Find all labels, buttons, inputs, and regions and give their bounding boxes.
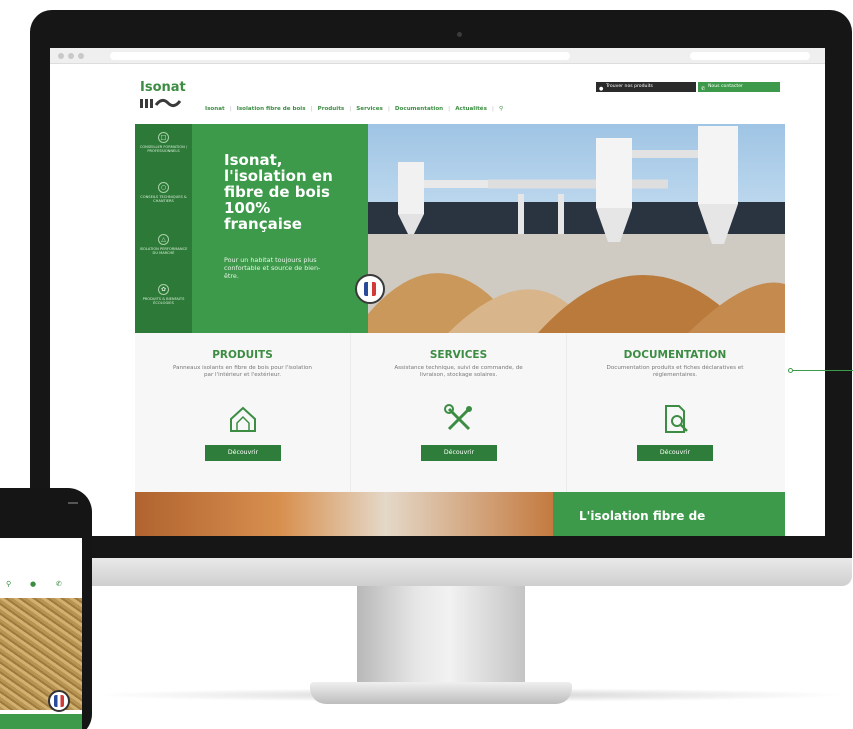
- phone-icon: ✆: [701, 86, 706, 92]
- hero-title: Isonat, l'isolation en fibre de bois 100…: [224, 151, 333, 233]
- mobile-made-in-france-badge: [48, 690, 70, 712]
- services-cards: PRODUITS Panneaux isolants en fibre de b…: [135, 333, 785, 493]
- mobile-phone-icon[interactable]: ✆: [56, 580, 62, 588]
- mobile-location-icon[interactable]: ●: [30, 580, 36, 588]
- nav-item-documentation[interactable]: Documentation: [390, 106, 448, 112]
- contact-button[interactable]: ✆ Nous contacter: [698, 82, 780, 92]
- sidebar-item-label: CONSEILLER FORMATION / PROFESSIONNELS: [139, 145, 188, 154]
- site-logo[interactable]: Isonat: [140, 80, 186, 95]
- hero-photo-illustration: [368, 126, 785, 333]
- window-maximize-dot[interactable]: [78, 53, 84, 59]
- sidebar-item-label: PRODUITS & BIENFAITS ÉCOLOGIES: [142, 297, 185, 306]
- nav-item-isonat[interactable]: Isonat: [200, 106, 230, 112]
- address-bar[interactable]: [110, 52, 570, 60]
- window-minimize-dot[interactable]: [68, 53, 74, 59]
- card-description: Assistance technique, suivi de commande,…: [394, 365, 523, 378]
- hero-section: □ CONSEILLER FORMATION / PROFESSIONNELS …: [135, 124, 785, 333]
- sidebar-item-produits[interactable]: ✿ PRODUITS & BIENFAITS ÉCOLOGIES: [139, 284, 188, 306]
- nav-item-isolation[interactable]: Isolation fibre de bois: [232, 106, 311, 112]
- sidebar-strip: □ CONSEILLER FORMATION / PROFESSIONNELS …: [135, 124, 192, 333]
- nav-item-actualites[interactable]: Actualités: [450, 106, 492, 112]
- find-products-button[interactable]: ● Trouver nos produits: [596, 82, 696, 92]
- sidebar-item-label: ISOLATION PERFORMANCE DU MARCHÉ: [139, 247, 188, 256]
- card-description: Panneaux isolants en fibre de bois pour …: [173, 365, 312, 378]
- lower-banner-title: L'isolation fibre de: [579, 509, 706, 523]
- card-title: PRODUITS: [212, 349, 273, 361]
- browser-toolbar: [50, 48, 825, 64]
- made-in-france-badge: [355, 274, 385, 304]
- french-flag-icon: [364, 282, 376, 296]
- card-produits: PRODUITS Panneaux isolants en fibre de b…: [135, 333, 351, 493]
- phone-speaker: [68, 502, 78, 504]
- card-title: DOCUMENTATION: [623, 349, 727, 361]
- find-products-label: Trouver nos produits: [606, 84, 653, 89]
- discover-button[interactable]: Découvrir: [205, 445, 281, 461]
- callout-line: [793, 370, 853, 371]
- mobile-french-flag-icon: [54, 695, 64, 707]
- nav-item-produits[interactable]: Produits: [313, 106, 350, 112]
- lower-banner-panel: L'isolation fibre de: [553, 492, 785, 536]
- graduation-icon: □: [158, 132, 169, 143]
- card-documentation: DOCUMENTATION Documentation produits et …: [567, 333, 783, 493]
- window-close-dot[interactable]: [58, 53, 64, 59]
- mobile-green-bar: [0, 714, 82, 729]
- card-description: Documentation produits et fiches déclara…: [606, 365, 744, 378]
- contact-label: Nous contacter: [708, 84, 743, 89]
- mobile-search-icon[interactable]: ⚲: [6, 580, 11, 588]
- location-icon: ○: [158, 182, 169, 193]
- document-search-icon: [665, 405, 688, 433]
- leaf-icon: ✿: [158, 284, 169, 295]
- logo-mark-icon: [140, 98, 182, 108]
- main-nav: Isonat | Isolation fibre de bois | Produit…: [200, 106, 508, 112]
- camera-dot: [457, 32, 462, 37]
- location-pin-icon: ●: [599, 86, 604, 92]
- site-header: Isonat Isonat | Isolation fibre de bois | …: [50, 64, 825, 120]
- sidebar-item-formation[interactable]: □ CONSEILLER FORMATION / PROFESSIONNELS: [139, 132, 188, 154]
- discover-button[interactable]: Découvrir: [637, 445, 713, 461]
- hero-text-panel: Isonat, l'isolation en fibre de bois 100…: [192, 124, 368, 333]
- browser-search-bar[interactable]: [690, 52, 810, 60]
- sidebar-item-conseils[interactable]: ○ CONSEILS TECHNIQUES & CHANTIERS: [139, 182, 188, 204]
- lower-banner: L'isolation fibre de: [135, 492, 785, 536]
- monitor-stand-neck: [357, 586, 525, 684]
- sidebar-item-label: CONSEILS TECHNIQUES & CHANTIERS: [140, 195, 187, 204]
- discover-button[interactable]: Découvrir: [421, 445, 497, 461]
- sidebar-item-performance[interactable]: △ ISOLATION PERFORMANCE DU MARCHÉ: [139, 234, 188, 256]
- card-title: SERVICES: [429, 349, 488, 361]
- nav-item-services[interactable]: Services: [351, 106, 388, 112]
- chart-icon: △: [158, 234, 169, 245]
- tools-icon: [444, 404, 472, 431]
- hero-photo: [368, 124, 785, 333]
- monitor-chin: [30, 558, 852, 586]
- mobile-hero-photo: [0, 598, 82, 710]
- card-services: SERVICES Assistance technique, suivi de …: [351, 333, 567, 493]
- hero-subtitle: Pour un habitat toujours plus confortabl…: [224, 256, 321, 280]
- search-icon[interactable]: ⚲: [494, 106, 508, 112]
- construction-photo: [135, 492, 553, 536]
- monitor-stand-foot: [310, 682, 572, 704]
- house-icon: [230, 406, 256, 432]
